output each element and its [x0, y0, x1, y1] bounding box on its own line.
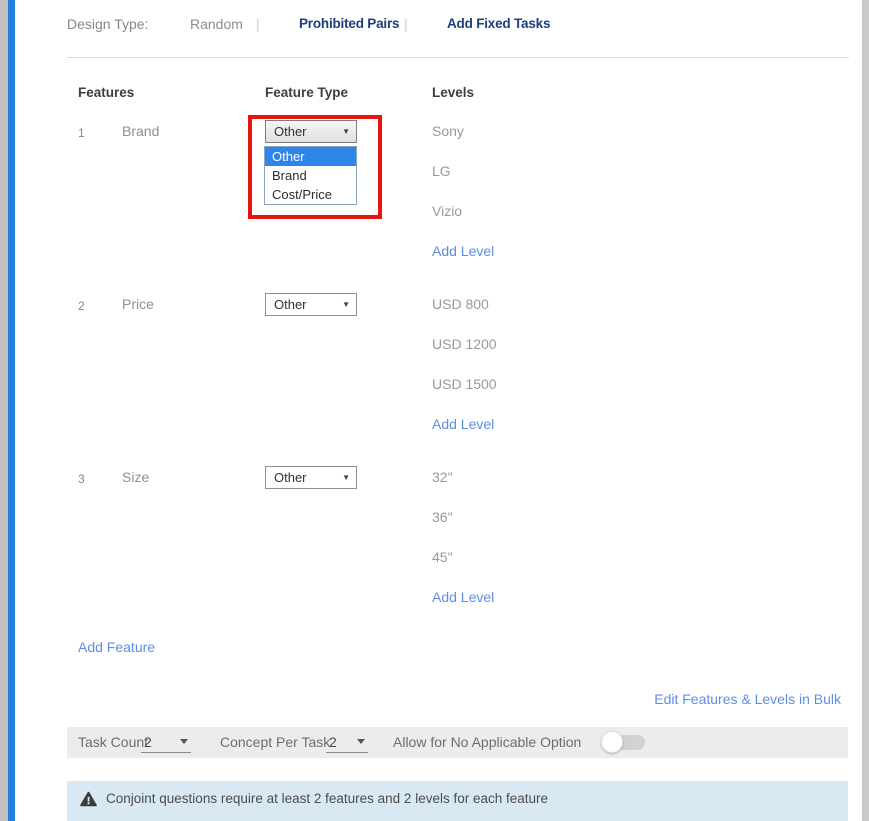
feature-type-column-header: Feature Type — [265, 85, 348, 100]
task-count-select[interactable]: 2 — [141, 731, 191, 753]
left-accent-bar — [8, 0, 15, 821]
level-item[interactable]: Sony — [432, 119, 494, 143]
conjoint-design-editor: Design Type: Random | Prohibited Pairs |… — [0, 0, 869, 821]
design-type-option-add-fixed-tasks[interactable]: Add Fixed Tasks — [447, 16, 550, 31]
feature-number: 3 — [78, 471, 85, 487]
concept-per-task-select[interactable]: 2 — [326, 731, 368, 753]
dropdown-option-other[interactable]: Other — [265, 147, 356, 166]
level-item[interactable]: USD 1200 — [432, 332, 497, 356]
feature-type-select-value: Other — [274, 124, 307, 139]
design-type-row: Design Type: Random | Prohibited Pairs |… — [0, 16, 869, 34]
toggle-knob — [601, 731, 623, 753]
add-level-link[interactable]: Add Level — [432, 412, 497, 436]
concept-per-task-value: 2 — [329, 734, 337, 750]
task-count-label: Task Count — [78, 727, 148, 758]
level-item[interactable]: USD 800 — [432, 292, 497, 316]
level-item[interactable]: 45" — [432, 545, 494, 569]
design-type-label: Design Type: — [67, 16, 148, 32]
concept-per-task-label: Concept Per Task — [220, 727, 330, 758]
level-item[interactable]: USD 1500 — [432, 372, 497, 396]
caret-down-icon — [357, 739, 365, 744]
separator: | — [256, 16, 260, 32]
add-level-link[interactable]: Add Level — [432, 585, 494, 609]
bulk-edit-link[interactable]: Edit Features & Levels in Bulk — [654, 691, 841, 707]
features-column-header: Features — [78, 85, 134, 100]
levels-list: 32" 36" 45" Add Level — [432, 465, 494, 609]
feature-number: 2 — [78, 298, 85, 314]
warning-text: Conjoint questions require at least 2 fe… — [106, 791, 548, 807]
feature-type-select[interactable]: Other ▼ — [265, 120, 357, 143]
feature-name[interactable]: Size — [122, 469, 149, 485]
add-feature-link[interactable]: Add Feature — [78, 639, 155, 655]
no-applicable-option-label: Allow for No Applicable Option — [393, 727, 581, 758]
warning-banner: Conjoint questions require at least 2 fe… — [67, 781, 848, 821]
dropdown-arrow-icon: ▼ — [342, 301, 350, 309]
divider — [67, 57, 849, 58]
dropdown-arrow-icon: ▼ — [342, 474, 350, 482]
level-item[interactable]: Vizio — [432, 199, 494, 223]
dropdown-option-brand[interactable]: Brand — [265, 166, 356, 185]
separator: | — [404, 16, 408, 32]
levels-list: Sony LG Vizio Add Level — [432, 119, 494, 263]
level-item[interactable]: 36" — [432, 505, 494, 529]
no-applicable-option-toggle[interactable] — [603, 735, 645, 750]
feature-name[interactable]: Brand — [122, 123, 159, 139]
feature-number: 1 — [78, 125, 85, 141]
feature-type-select-value: Other — [274, 470, 307, 485]
feature-type-select[interactable]: Other ▼ — [265, 466, 357, 489]
dropdown-arrow-icon: ▼ — [342, 128, 350, 136]
levels-column-header: Levels — [432, 85, 474, 100]
task-settings-bar: Task Count 2 Concept Per Task 2 Allow fo… — [67, 727, 848, 758]
warning-icon — [80, 791, 97, 807]
caret-down-icon — [180, 739, 188, 744]
feature-type-select[interactable]: Other ▼ — [265, 293, 357, 316]
scrollbar-track[interactable] — [861, 0, 869, 821]
feature-name[interactable]: Price — [122, 296, 154, 312]
level-item[interactable]: LG — [432, 159, 494, 183]
level-item[interactable]: 32" — [432, 465, 494, 489]
feature-type-select-value: Other — [274, 297, 307, 312]
feature-type-dropdown-list: Other Brand Cost/Price — [264, 146, 357, 205]
left-page-gutter — [0, 0, 8, 821]
task-count-value: 2 — [144, 734, 152, 750]
design-type-option-random[interactable]: Random — [190, 16, 243, 32]
dropdown-option-cost-price[interactable]: Cost/Price — [265, 185, 356, 204]
levels-list: USD 800 USD 1200 USD 1500 Add Level — [432, 292, 497, 436]
add-level-link[interactable]: Add Level — [432, 239, 494, 263]
design-type-option-prohibited-pairs[interactable]: Prohibited Pairs — [299, 16, 399, 31]
